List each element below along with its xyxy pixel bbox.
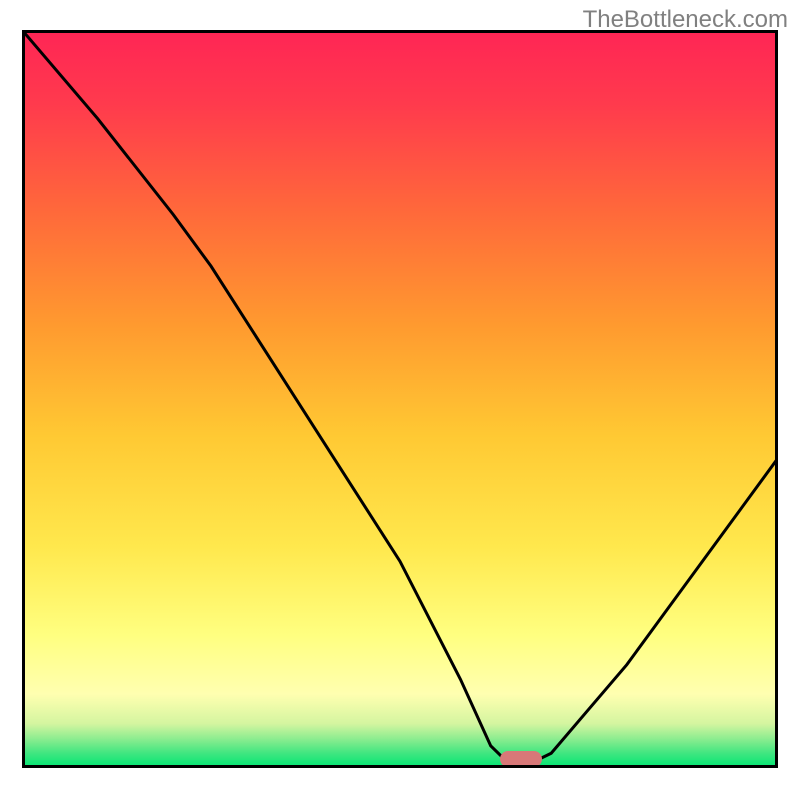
optimal-marker [500, 751, 542, 767]
plot-area [22, 30, 778, 768]
watermark-text: TheBottleneck.com [583, 6, 788, 34]
chart-container: TheBottleneck.com [0, 0, 800, 800]
bottleneck-curve [22, 30, 778, 768]
